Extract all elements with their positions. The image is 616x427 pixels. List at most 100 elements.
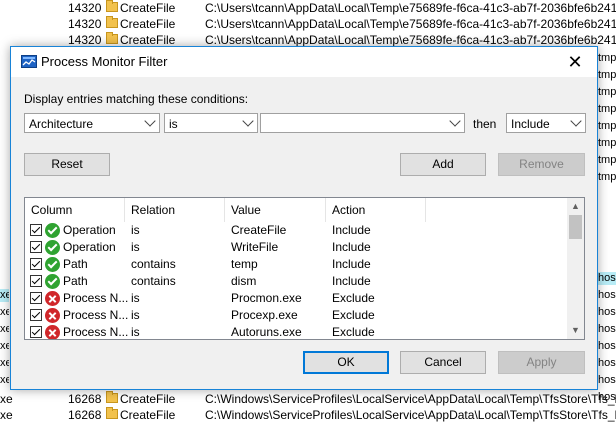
- folder-icon: [106, 391, 118, 404]
- filter-action: Exclude: [332, 291, 375, 305]
- reset-button[interactable]: Reset: [24, 153, 110, 176]
- operation: CreateFile: [120, 1, 176, 15]
- filter-relation: is: [131, 325, 140, 339]
- chevron-down-icon: [242, 115, 254, 127]
- filter-row[interactable]: Operation is WriteFile Include: [25, 239, 568, 256]
- enable-checkbox[interactable]: [30, 292, 42, 304]
- apply-button[interactable]: Apply: [498, 351, 585, 374]
- filter-row[interactable]: Process N... is Procmon.exe Exclude: [25, 290, 568, 307]
- enable-checkbox[interactable]: [30, 275, 42, 287]
- process-fragment: xe: [0, 392, 13, 406]
- bg-path-fragment: tmp: [598, 137, 616, 149]
- column-select[interactable]: Architecture: [24, 113, 160, 133]
- filter-row[interactable]: Process N... is Autoruns.exe Exclude: [25, 324, 568, 339]
- then-label: then: [473, 117, 497, 131]
- column-header-action[interactable]: Action: [326, 198, 426, 222]
- scroll-up-icon[interactable]: ▲: [567, 198, 584, 215]
- filter-value: dism: [231, 274, 257, 288]
- bg-process-fragment: xe: [0, 357, 9, 369]
- enable-checkbox[interactable]: [30, 309, 42, 321]
- relation-select[interactable]: is: [164, 113, 258, 133]
- bg-path-fragment: hos: [598, 323, 616, 335]
- filter-action: Include: [332, 274, 371, 288]
- bg-path-fragment: tmp: [598, 69, 616, 81]
- filter-column: Process N...: [63, 308, 129, 322]
- action-select[interactable]: Include: [506, 113, 586, 133]
- filter-action: Include: [332, 223, 371, 237]
- column-header-relation[interactable]: Relation: [125, 198, 225, 222]
- bg-event-row[interactable]: 14320 CreateFile C:\Users\tcann\AppData\…: [0, 0, 616, 16]
- cancel-button[interactable]: Cancel: [400, 351, 486, 374]
- bg-path-fragment: tmp: [598, 171, 616, 183]
- filter-relation: is: [131, 240, 140, 254]
- column-header-column[interactable]: Column: [25, 198, 125, 222]
- enable-checkbox[interactable]: [30, 241, 42, 253]
- process-fragment: xe: [0, 408, 13, 422]
- red-x-icon: [45, 325, 60, 339]
- filter-value: Procmon.exe: [231, 291, 302, 305]
- filter-row[interactable]: Path contains dism Include: [25, 273, 568, 290]
- filter-column: Operation: [63, 240, 116, 254]
- relation-select-value: is: [169, 117, 178, 131]
- folder-icon: [106, 0, 118, 13]
- filter-row[interactable]: Operation is CreateFile Include: [25, 222, 568, 239]
- filter-row[interactable]: Process N... is Procexp.exe Exclude: [25, 307, 568, 324]
- filter-relation: is: [131, 291, 140, 305]
- process-monitor-icon: [21, 55, 37, 68]
- title-bar[interactable]: Process Monitor Filter ✕: [11, 47, 597, 77]
- operation: CreateFile: [120, 392, 176, 406]
- chevron-down-icon: [449, 115, 461, 127]
- operation: CreateFile: [120, 17, 176, 31]
- chevron-down-icon: [144, 115, 156, 127]
- path: C:\Users\tcann\AppData\Local\Temp\e75689…: [205, 17, 616, 31]
- filter-column: Process N...: [63, 291, 129, 305]
- pid: 14320: [68, 1, 102, 15]
- scroll-down-icon[interactable]: ▼: [567, 322, 584, 339]
- bg-path-fragment: tmp: [598, 154, 616, 166]
- remove-button[interactable]: Remove: [498, 153, 585, 176]
- red-x-icon: [45, 308, 60, 323]
- filter-list[interactable]: Column Relation Value Action Operation i…: [24, 197, 585, 340]
- bg-path-fragment: tmp: [598, 86, 616, 98]
- filter-value: WriteFile: [231, 240, 279, 254]
- bg-path-fragment: hos: [598, 289, 616, 301]
- filter-column: Path: [63, 274, 88, 288]
- column-header-value[interactable]: Value: [225, 198, 326, 222]
- bg-process-fragment: xe: [0, 374, 9, 386]
- filter-value: Autoruns.exe: [231, 325, 302, 339]
- vertical-scrollbar[interactable]: ▲ ▼: [567, 198, 584, 339]
- action-select-value: Include: [511, 117, 550, 131]
- filter-value: Procexp.exe: [231, 308, 298, 322]
- bg-path-fragment: hos: [598, 374, 616, 386]
- chevron-down-icon: [570, 115, 582, 127]
- bg-path-fragment: hos: [598, 272, 616, 285]
- ok-button[interactable]: OK: [303, 351, 389, 374]
- path: C:\Windows\ServiceProfiles\LocalService\…: [205, 392, 616, 406]
- filter-row[interactable]: Path contains temp Include: [25, 256, 568, 273]
- filter-relation: contains: [131, 274, 176, 288]
- filter-value: CreateFile: [231, 223, 287, 237]
- bg-event-row[interactable]: xe 16268 CreateFile C:\Windows\ServicePr…: [0, 407, 616, 423]
- filter-column: Process N...: [63, 325, 129, 339]
- pid: 16268: [68, 408, 102, 422]
- enable-checkbox[interactable]: [30, 224, 42, 236]
- red-x-icon: [45, 291, 60, 306]
- enable-checkbox[interactable]: [30, 258, 42, 270]
- folder-icon: [106, 407, 118, 420]
- scroll-thumb[interactable]: [569, 215, 582, 239]
- bg-event-row[interactable]: 14320 CreateFile C:\Users\tcann\AppData\…: [0, 16, 616, 32]
- enable-checkbox[interactable]: [30, 326, 42, 338]
- value-input[interactable]: [260, 113, 465, 133]
- path: C:\Windows\ServiceProfiles\LocalService\…: [205, 408, 616, 422]
- filter-action: Include: [332, 257, 371, 271]
- bg-path-fragment: tmp: [598, 120, 616, 132]
- bg-event-row[interactable]: xe 16268 CreateFile C:\Windows\ServicePr…: [0, 391, 616, 407]
- filter-relation: is: [131, 308, 140, 322]
- add-button[interactable]: Add: [400, 153, 486, 176]
- bg-process-fragment: xe: [0, 306, 9, 318]
- bg-process-fragment: xe: [0, 340, 9, 352]
- bg-path-fragment: tmp: [598, 52, 616, 64]
- close-icon[interactable]: ✕: [553, 47, 597, 77]
- bg-process-fragment: xe: [0, 289, 9, 302]
- green-check-icon: [45, 274, 60, 289]
